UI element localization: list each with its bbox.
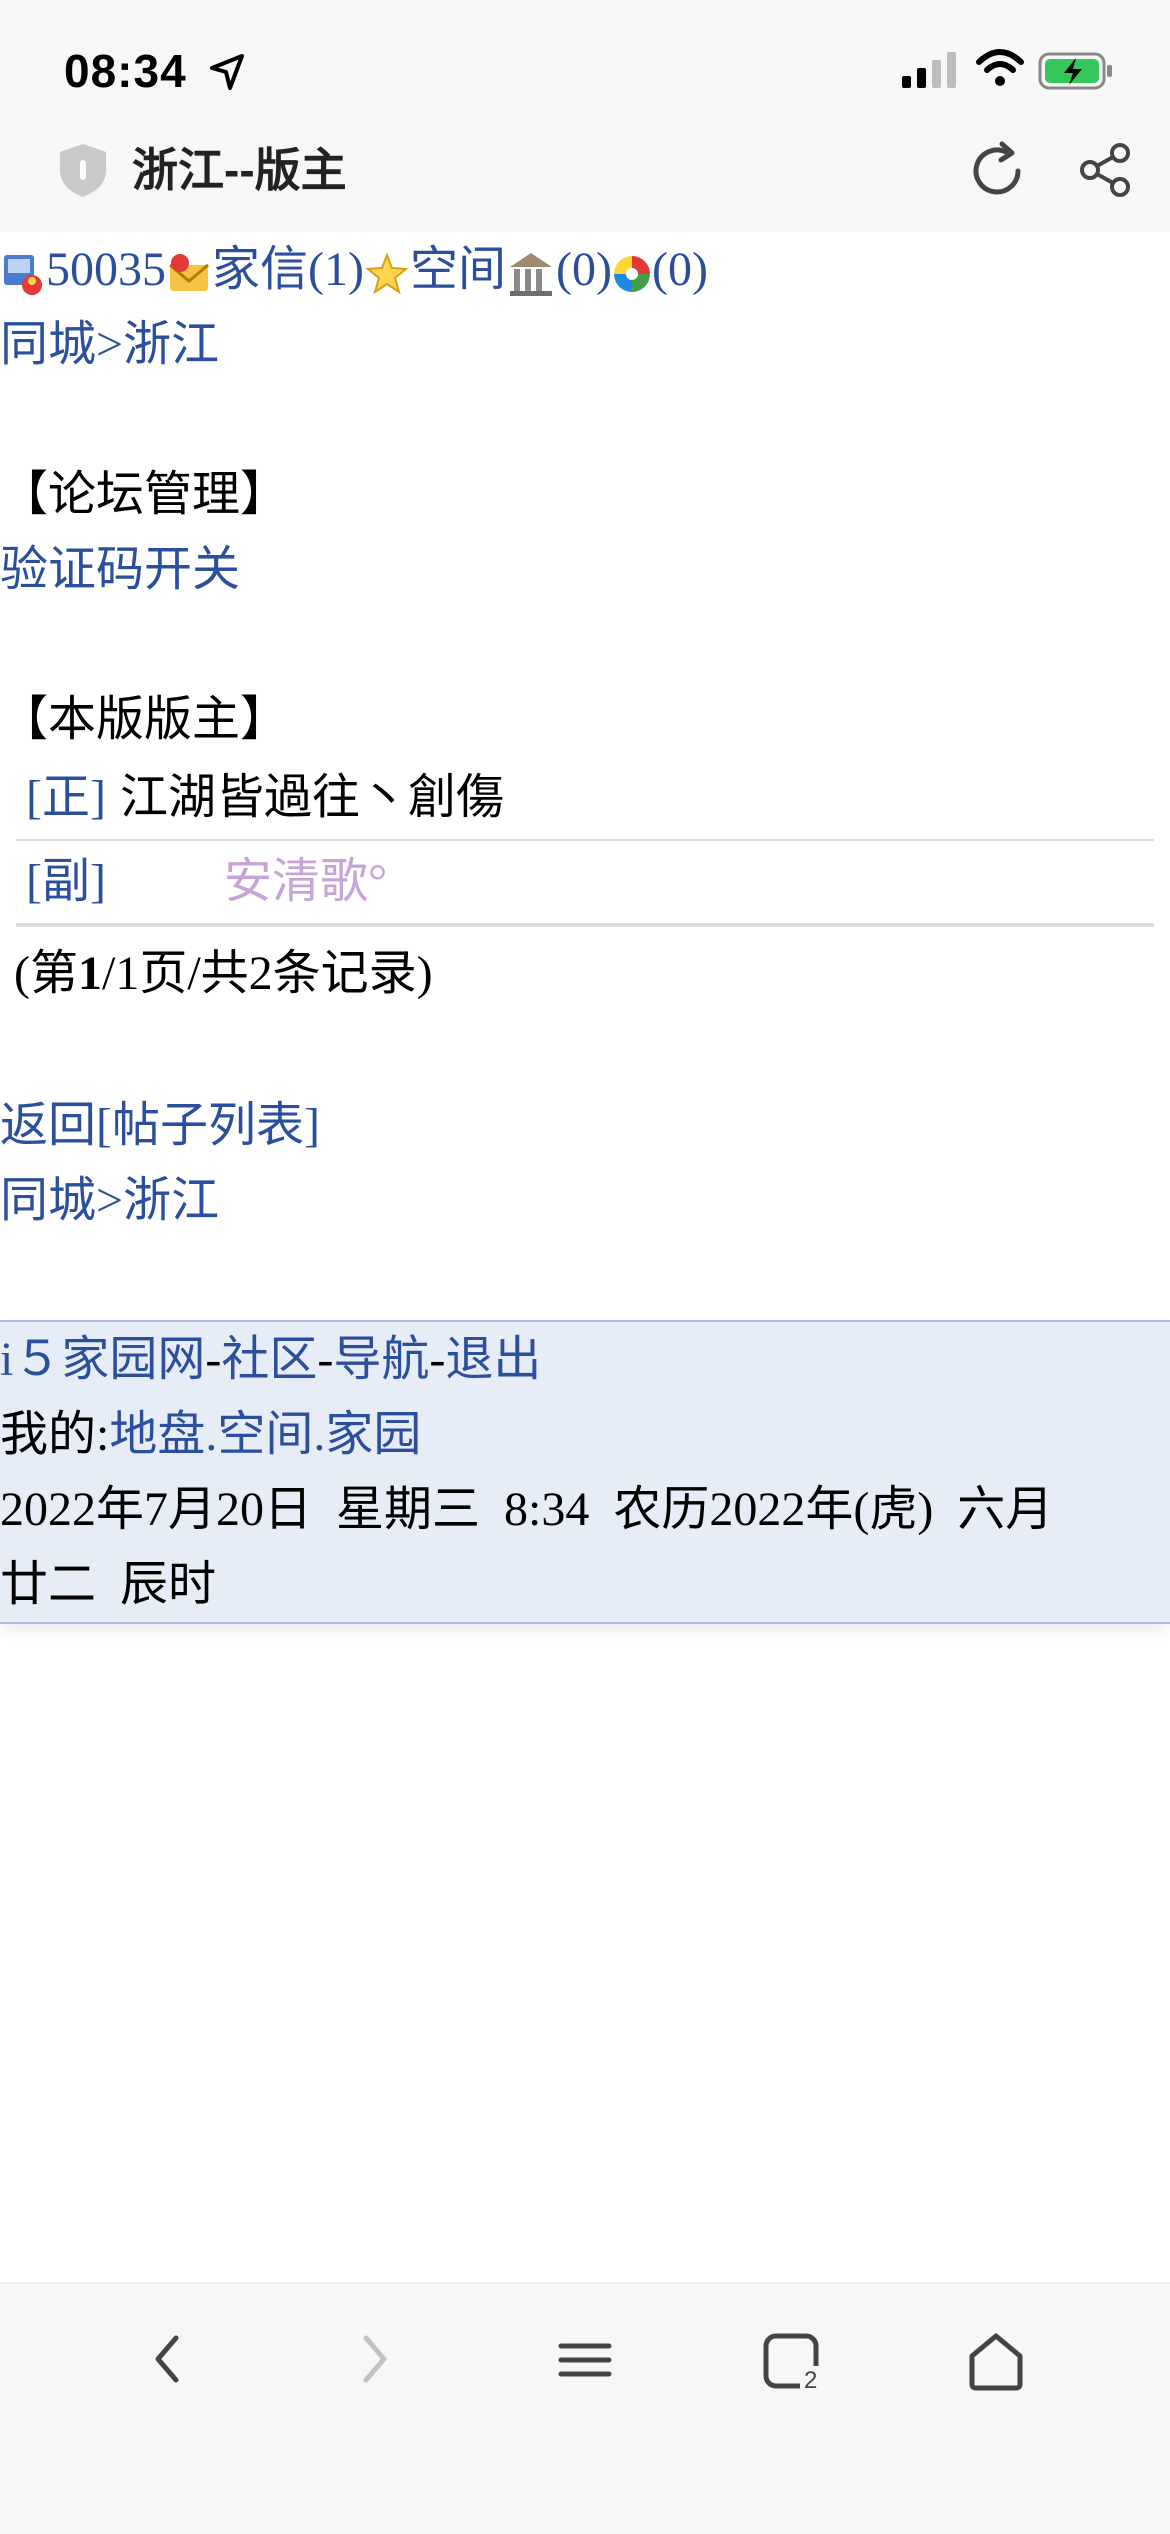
browser-title-bar: 浙江--版主 — [0, 140, 1170, 232]
status-time: 08:34 — [64, 45, 187, 97]
moderator-row-main: [正] 江湖皆過往丶創傷 — [16, 757, 1154, 841]
land-link[interactable]: 地盘 — [109, 1408, 205, 1461]
captcha-toggle-link[interactable]: 验证码开关 — [0, 543, 240, 596]
cellular-signal-icon — [902, 52, 956, 88]
pager-info: (第1/1页/共2条记录) — [14, 947, 433, 1000]
divider — [16, 925, 1154, 943]
color-count-link[interactable]: (0) — [652, 243, 708, 296]
date-line-2: 廿二 辰时 — [0, 1558, 217, 1611]
moderator-tag: [正] — [26, 771, 106, 824]
moderator-name[interactable]: 江湖皆過往丶創傷 — [120, 757, 504, 839]
reload-icon[interactable] — [966, 140, 1028, 202]
building-icon — [510, 252, 552, 296]
breadcrumb: 同城>浙江 — [0, 307, 1170, 382]
breadcrumb-region[interactable]: 浙江 — [123, 318, 219, 371]
building-count-link[interactable]: (0) — [556, 243, 612, 296]
home-icon[interactable] — [964, 2324, 1028, 2394]
user-id-link[interactable]: 50035 — [46, 243, 166, 296]
back-row: 返回[帖子列表] — [0, 1088, 1170, 1163]
breadcrumb-region[interactable]: 浙江 — [123, 1174, 219, 1227]
breadcrumb-sep: > — [96, 1174, 124, 1227]
site-footer: i５家园网-社区-导航-退出 我的:地盘.空间.家园 2022年7月20日 星期… — [0, 1320, 1170, 1624]
date-line: 2022年7月20日 星期三 8:34 农历2022年(虎) 六月 — [0, 1483, 1054, 1536]
mine-label: 我的: — [0, 1408, 110, 1461]
svg-text:2: 2 — [804, 2367, 817, 2394]
page-content: 50035 家信(1) 空间 (0) (0) 同城>浙江 【论坛管理】 验证码开… — [0, 232, 1170, 1238]
user-bar: 50035 家信(1) 空间 (0) (0) — [0, 232, 1170, 307]
menu-icon[interactable] — [555, 2324, 615, 2394]
mail-link[interactable]: 家信(1) — [212, 243, 364, 296]
user-icon — [4, 254, 42, 295]
back-link[interactable]: 返回 — [0, 1099, 96, 1152]
site-home-link[interactable]: i５家园网 — [0, 1333, 205, 1386]
breadcrumb-bottom: 同城>浙江 — [0, 1163, 1170, 1238]
status-bar: 08:34 — [0, 0, 1170, 140]
star-icon — [365, 252, 409, 295]
location-arrow-icon — [210, 54, 244, 90]
nav-link[interactable]: 导航 — [333, 1333, 429, 1386]
page-title: 浙江--版主 — [132, 144, 347, 196]
forum-admin-heading: 【论坛管理】 — [0, 468, 289, 521]
space-link-footer[interactable]: 空间 — [217, 1408, 313, 1461]
color-wheel-icon — [613, 255, 650, 292]
post-list-link[interactable]: [帖子列表] — [96, 1099, 320, 1152]
community-link[interactable]: 社区 — [221, 1333, 317, 1386]
mail-icon — [169, 253, 209, 291]
wifi-icon — [976, 49, 1024, 86]
breadcrumb-sep: > — [96, 318, 124, 371]
logout-link[interactable]: 退出 — [445, 1333, 541, 1386]
tabs-icon[interactable]: 2 — [760, 2324, 824, 2394]
battery-charging-icon — [1038, 52, 1112, 90]
browser-toolbar: 2 — [0, 2282, 1170, 2534]
moderator-tag: [副] — [26, 855, 106, 908]
breadcrumb-city[interactable]: 同城 — [0, 318, 96, 371]
moderators-heading: 【本版版主】 — [0, 693, 289, 746]
space-link[interactable]: 空间 — [410, 243, 506, 296]
security-shield-icon[interactable] — [54, 140, 112, 200]
moderator-row-deputy: [副] 安清歌° — [16, 841, 1154, 925]
moderator-name[interactable]: 安清歌° — [224, 841, 387, 923]
home-link[interactable]: 家园 — [325, 1408, 421, 1461]
forward-arrow-icon[interactable] — [352, 2324, 396, 2394]
share-icon[interactable] — [1076, 140, 1136, 200]
pager-page: 1 — [78, 947, 102, 1000]
breadcrumb-city[interactable]: 同城 — [0, 1174, 96, 1227]
back-arrow-icon[interactable] — [146, 2324, 190, 2394]
